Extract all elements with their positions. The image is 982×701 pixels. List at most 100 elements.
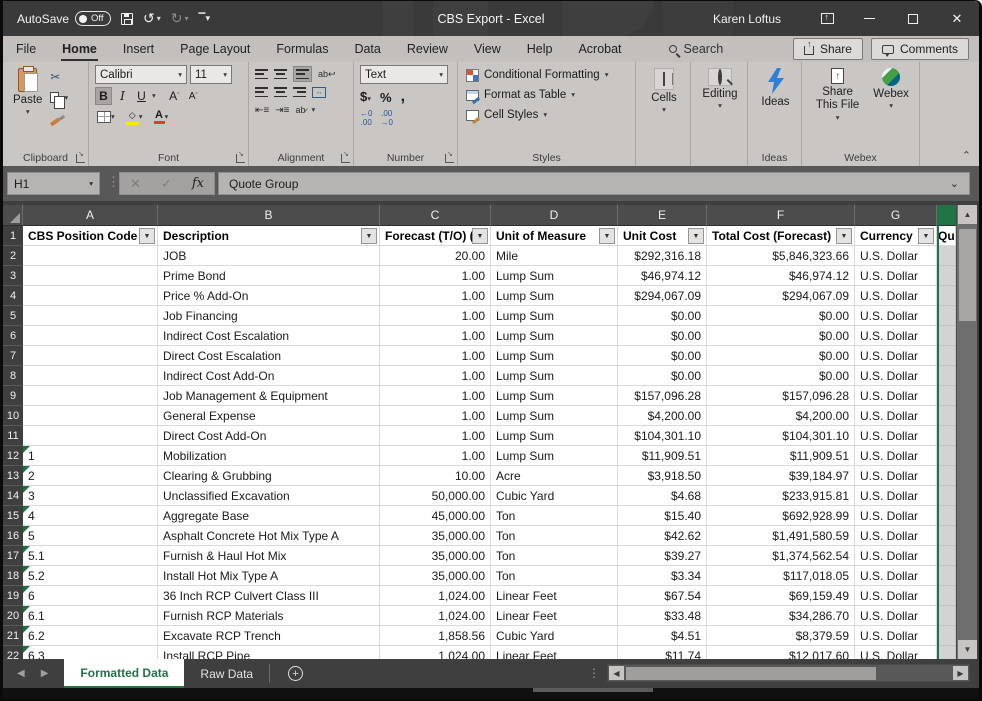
cell[interactable]: U.S. Dollar xyxy=(855,646,937,659)
collapse-ribbon-button[interactable]: ⌃ xyxy=(962,149,971,162)
cell[interactable]: 1.00 xyxy=(380,426,491,446)
row-header[interactable]: 19 xyxy=(3,586,23,606)
cell[interactable]: Lump Sum xyxy=(491,266,618,286)
cell[interactable] xyxy=(23,406,158,426)
cell[interactable] xyxy=(23,386,158,406)
cell-selected[interactable] xyxy=(937,426,956,446)
cell[interactable]: 1,024.00 xyxy=(380,646,491,659)
row-header[interactable]: 15 xyxy=(3,506,23,526)
cell[interactable]: $11.74 xyxy=(618,646,707,659)
cell[interactable] xyxy=(23,366,158,386)
cell[interactable]: Price % Add-On xyxy=(158,286,380,306)
cell[interactable]: $0.00 xyxy=(707,326,855,346)
cell-selected[interactable] xyxy=(937,486,956,506)
accounting-format-button[interactable]: $▾ xyxy=(360,88,371,106)
cell-styles-button[interactable]: Cell Styles▾ xyxy=(464,105,631,125)
cell[interactable]: U.S. Dollar xyxy=(855,506,937,526)
cell[interactable]: Ton xyxy=(491,526,618,546)
cell[interactable]: Job Financing xyxy=(158,306,380,326)
column-header-g[interactable]: G xyxy=(855,205,937,226)
font-size-combo[interactable]: 11▾ xyxy=(190,65,232,84)
user-name[interactable]: Karen Loftus xyxy=(713,12,781,26)
cell[interactable]: General Expense xyxy=(158,406,380,426)
cell[interactable]: $1,374,562.54 xyxy=(707,546,855,566)
sheet-tab-formatted-data[interactable]: Formatted Data xyxy=(64,659,184,688)
row-header[interactable]: 2 xyxy=(3,246,23,266)
minimize-button[interactable] xyxy=(847,1,891,36)
filter-dropdown-icon[interactable]: ▼ xyxy=(918,228,934,244)
cell[interactable]: 36 Inch RCP Culvert Class III xyxy=(158,586,380,606)
cell[interactable]: Lump Sum xyxy=(491,306,618,326)
clipboard-dialog-launcher[interactable] xyxy=(76,154,85,163)
cell[interactable]: Lump Sum xyxy=(491,446,618,466)
cell[interactable]: $39,184.97 xyxy=(707,466,855,486)
cell[interactable]: $12,017.60 xyxy=(707,646,855,659)
column-header-f[interactable]: F xyxy=(707,205,855,226)
menu-tab-home[interactable]: Home xyxy=(49,36,110,62)
cell[interactable]: 1.00 xyxy=(380,446,491,466)
cell[interactable]: 4 xyxy=(23,506,158,526)
cell[interactable]: Lump Sum xyxy=(491,366,618,386)
menu-tab-page-layout[interactable]: Page Layout xyxy=(167,36,263,62)
cell[interactable]: $46,974.12 xyxy=(618,266,707,286)
cell[interactable]: $4,200.00 xyxy=(707,406,855,426)
cell[interactable]: 35,000.00 xyxy=(380,526,491,546)
cell[interactable]: $8,379.59 xyxy=(707,626,855,646)
header-cell-unit-cost[interactable]: Unit Cost▼ xyxy=(618,226,707,246)
cell[interactable] xyxy=(23,306,158,326)
cell[interactable]: Prime Bond xyxy=(158,266,380,286)
cell-selected[interactable] xyxy=(937,326,956,346)
cell[interactable]: $5,846,323.66 xyxy=(707,246,855,266)
header-cell-total-cost[interactable]: Total Cost (Forecast)▼ xyxy=(707,226,855,246)
cell[interactable]: JOB xyxy=(158,246,380,266)
cell-selected[interactable] xyxy=(937,646,956,659)
cell[interactable]: U.S. Dollar xyxy=(855,266,937,286)
cell[interactable]: $15.40 xyxy=(618,506,707,526)
cell[interactable]: Linear Feet xyxy=(491,646,618,659)
cell[interactable]: Direct Cost Add-On xyxy=(158,426,380,446)
cell[interactable]: 10.00 xyxy=(380,466,491,486)
autosave-toggle[interactable]: AutoSave Off xyxy=(17,11,111,26)
row-header[interactable]: 10 xyxy=(3,406,23,426)
cells-button[interactable]: Cells ▾ xyxy=(642,65,686,117)
bottom-align-button[interactable] xyxy=(293,66,312,82)
sheet-nav-right-icon[interactable]: ▶ xyxy=(41,668,49,679)
column-header-e[interactable]: E xyxy=(618,205,707,226)
cell[interactable] xyxy=(23,326,158,346)
header-cell-description[interactable]: Description▼ xyxy=(158,226,380,246)
cell[interactable]: Indirect Cost Escalation xyxy=(158,326,380,346)
font-name-combo[interactable]: Calibri▾ xyxy=(95,65,187,84)
filter-dropdown-icon[interactable]: ▼ xyxy=(361,228,377,244)
decrease-decimal-button[interactable]: .00→0 xyxy=(380,110,392,128)
cell[interactable]: $4,200.00 xyxy=(618,406,707,426)
save-button[interactable] xyxy=(121,13,133,25)
formula-input[interactable]: Quote Group ⌄ xyxy=(218,172,970,195)
cell[interactable]: Lump Sum xyxy=(491,286,618,306)
orientation-icon[interactable]: ab̷ xyxy=(295,105,305,115)
cell[interactable]: U.S. Dollar xyxy=(855,386,937,406)
cell[interactable]: 50,000.00 xyxy=(380,486,491,506)
column-header-c[interactable]: C xyxy=(380,205,491,226)
menu-tab-view[interactable]: View xyxy=(461,36,514,62)
cell[interactable]: 1.00 xyxy=(380,386,491,406)
menu-tab-file[interactable]: File xyxy=(3,36,49,62)
cell[interactable]: Excavate RCP Trench xyxy=(158,626,380,646)
copy-button[interactable]: ▾ xyxy=(50,88,68,107)
insert-function-button[interactable]: fx xyxy=(192,176,204,191)
expand-formula-bar-icon[interactable]: ⌄ xyxy=(950,177,959,190)
cell[interactable]: $157,096.28 xyxy=(707,386,855,406)
cell[interactable]: Ton xyxy=(491,546,618,566)
italic-button[interactable]: I xyxy=(114,87,131,105)
cell[interactable]: 1.00 xyxy=(380,326,491,346)
cell[interactable]: Aggregate Base xyxy=(158,506,380,526)
cell-selected[interactable] xyxy=(937,366,956,386)
cell[interactable]: 1,024.00 xyxy=(380,606,491,626)
header-cell-currency[interactable]: Currency▼ xyxy=(855,226,937,246)
format-as-table-button[interactable]: Format as Table▾ xyxy=(464,85,631,105)
row-header[interactable]: 14 xyxy=(3,486,23,506)
comma-button[interactable]: , xyxy=(401,88,405,106)
row-header[interactable]: 1 xyxy=(3,226,23,246)
scroll-down-icon[interactable]: ▼ xyxy=(958,640,977,659)
cell[interactable]: Mobilization xyxy=(158,446,380,466)
select-all-corner[interactable] xyxy=(3,205,23,226)
